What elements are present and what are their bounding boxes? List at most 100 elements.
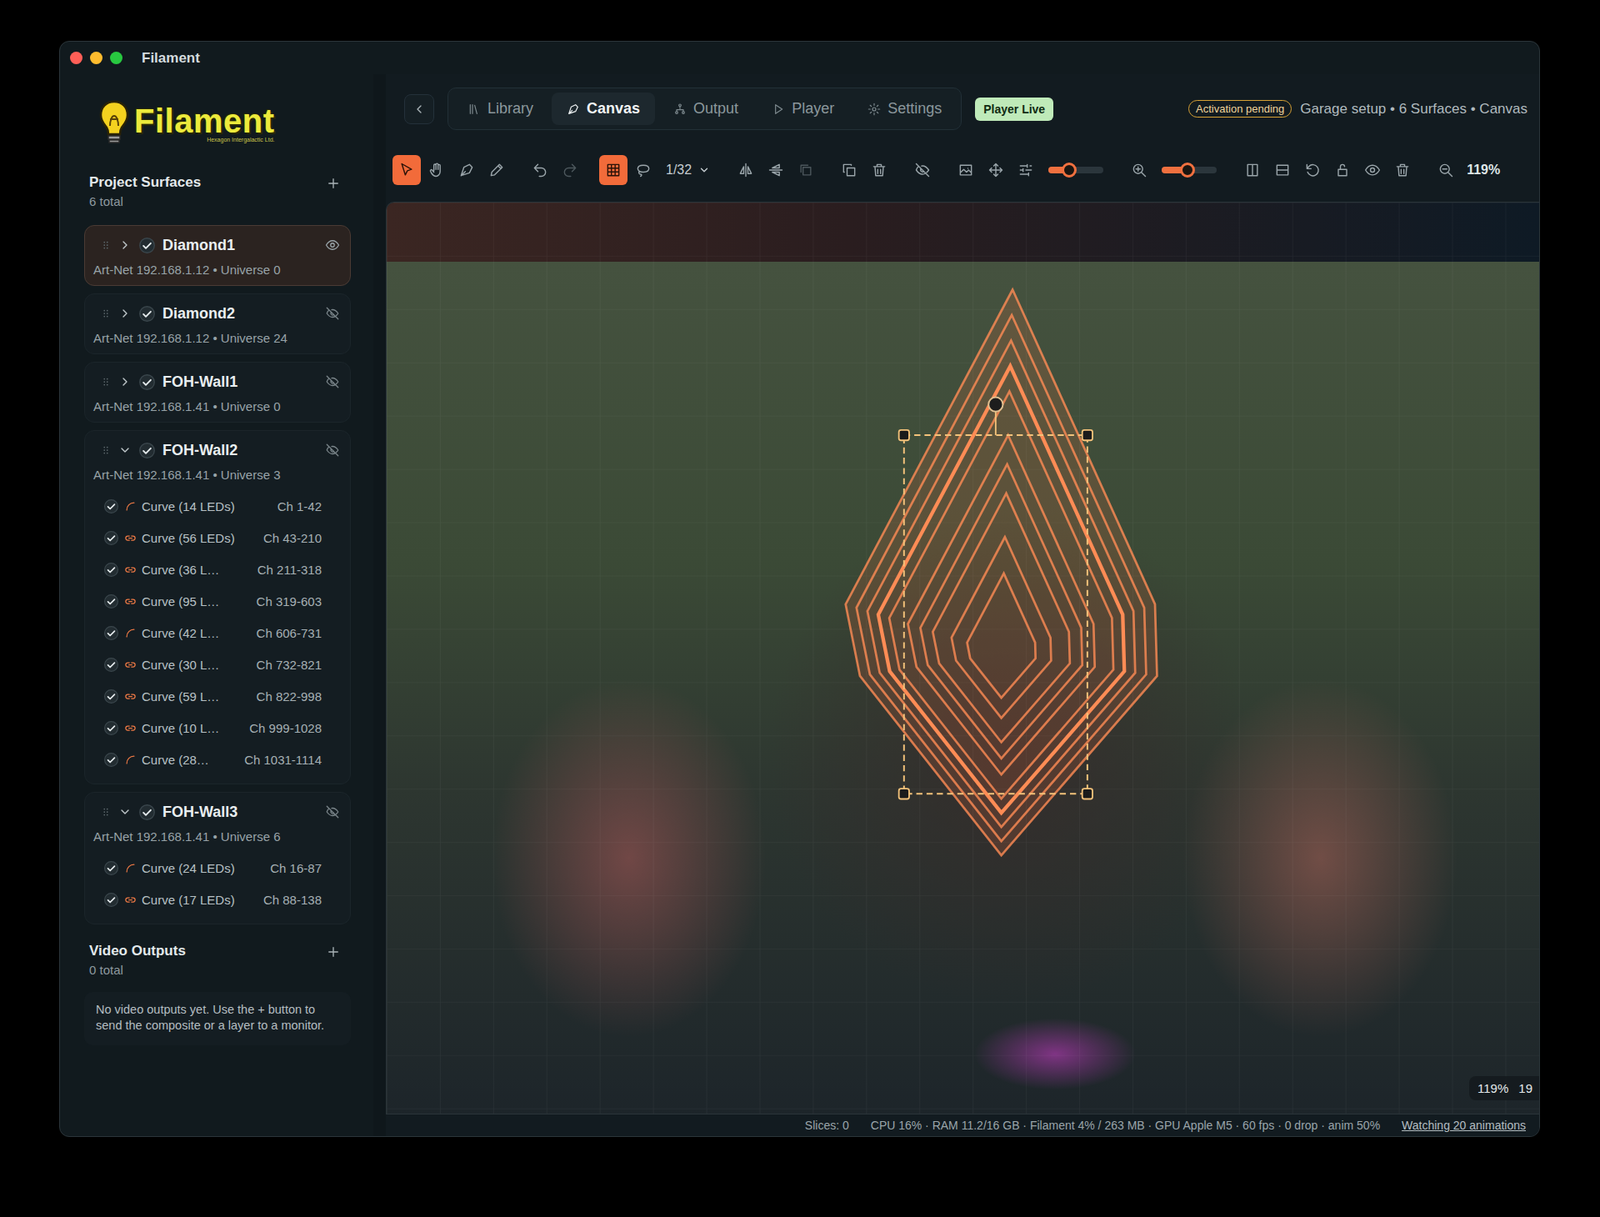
curve-row[interactable]: Curve (56 LEDs)Ch 43-210 bbox=[93, 521, 340, 554]
led-curve[interactable] bbox=[878, 365, 1125, 813]
surface-card[interactable]: FOH-Wall1Art-Net 192.168.1.41 • Universe… bbox=[84, 361, 351, 423]
eye-off-icon[interactable] bbox=[325, 804, 340, 820]
tool-button[interactable] bbox=[525, 155, 555, 185]
nav-tab[interactable]: Settings bbox=[852, 92, 957, 125]
led-curve[interactable] bbox=[907, 435, 1095, 775]
resize-handle[interactable] bbox=[1082, 788, 1093, 799]
tool-button[interactable] bbox=[731, 155, 760, 185]
tool-button[interactable] bbox=[599, 155, 628, 185]
check-icon[interactable] bbox=[103, 530, 120, 546]
slider-track[interactable] bbox=[1161, 166, 1217, 174]
eye-icon[interactable] bbox=[325, 237, 340, 253]
curve-row[interactable]: Curve (10 L…Ch 999-1028 bbox=[93, 711, 340, 744]
check-icon[interactable] bbox=[103, 860, 120, 876]
tool-button[interactable] bbox=[1125, 155, 1154, 185]
tool-button[interactable] bbox=[452, 155, 481, 185]
check-icon[interactable] bbox=[138, 373, 156, 391]
tool-button[interactable] bbox=[1298, 155, 1327, 185]
surface-card[interactable]: FOH-Wall3Art-Net 192.168.1.41 • Universe… bbox=[84, 791, 351, 925]
led-curve[interactable] bbox=[951, 536, 1051, 718]
check-icon[interactable] bbox=[138, 803, 156, 821]
nav-tab[interactable]: Canvas bbox=[551, 92, 655, 125]
tool-button[interactable] bbox=[1011, 155, 1040, 185]
page-selector[interactable]: 1/32 bbox=[659, 162, 717, 178]
chevron-right-icon[interactable] bbox=[118, 306, 132, 320]
check-icon[interactable] bbox=[103, 751, 120, 768]
tool-button[interactable] bbox=[1238, 155, 1267, 185]
tool-button[interactable] bbox=[1328, 155, 1357, 185]
check-icon[interactable] bbox=[103, 593, 120, 610]
nav-tab[interactable]: Player bbox=[756, 92, 850, 125]
tool-button[interactable] bbox=[629, 155, 658, 185]
curve-row[interactable]: Curve (42 L…Ch 606-731 bbox=[93, 616, 340, 649]
check-icon[interactable] bbox=[138, 441, 156, 460]
canvas[interactable]: 119%19 bbox=[385, 201, 1540, 1115]
curve-row[interactable]: Curve (17 LEDs)Ch 88-138 bbox=[93, 883, 340, 915]
check-icon[interactable] bbox=[103, 720, 120, 736]
curve-row[interactable]: Curve (95 L…Ch 319-603 bbox=[93, 585, 340, 617]
check-icon[interactable] bbox=[103, 498, 120, 515]
led-curve[interactable] bbox=[845, 289, 1158, 855]
led-curve[interactable] bbox=[920, 464, 1082, 759]
curve-row[interactable]: Curve (28…Ch 1031-1114 bbox=[93, 743, 340, 775]
curve-row[interactable]: Curve (24 LEDs)Ch 16-87 bbox=[93, 851, 340, 884]
rotate-handle[interactable] bbox=[988, 397, 1003, 412]
tool-button[interactable] bbox=[1431, 155, 1460, 185]
surface-card[interactable]: FOH-Wall2Art-Net 192.168.1.41 • Universe… bbox=[84, 430, 351, 785]
tool-button[interactable] bbox=[761, 155, 790, 185]
chevron-right-icon[interactable] bbox=[118, 375, 132, 389]
surface-card[interactable]: Diamond1Art-Net 192.168.1.12 • Universe … bbox=[84, 225, 351, 286]
chevron-down-icon[interactable] bbox=[118, 805, 132, 819]
check-icon[interactable] bbox=[103, 625, 120, 641]
outputs-add-button[interactable] bbox=[325, 944, 341, 960]
tool-button[interactable] bbox=[1268, 155, 1297, 185]
eye-off-icon[interactable] bbox=[325, 374, 340, 390]
check-icon[interactable] bbox=[103, 561, 120, 578]
curve-row[interactable]: Curve (36 L…Ch 211-318 bbox=[93, 553, 340, 585]
nav-tab[interactable]: Output bbox=[658, 92, 754, 125]
tool-button[interactable] bbox=[482, 155, 511, 185]
surface-card[interactable]: Diamond2Art-Net 192.168.1.12 • Universe … bbox=[84, 293, 351, 355]
nav-tab[interactable]: Library bbox=[452, 92, 549, 125]
curve-row[interactable]: Curve (59 L…Ch 822-998 bbox=[93, 680, 340, 712]
tool-button[interactable] bbox=[422, 155, 451, 185]
check-icon[interactable] bbox=[103, 891, 120, 908]
tool-button[interactable] bbox=[835, 155, 864, 185]
tool-button[interactable] bbox=[908, 155, 937, 185]
led-curve[interactable] bbox=[856, 315, 1147, 841]
surfaces-add-button[interactable] bbox=[325, 175, 341, 191]
close-button[interactable] bbox=[70, 51, 83, 65]
tool-button[interactable] bbox=[865, 155, 894, 185]
eye-off-icon[interactable] bbox=[325, 442, 340, 458]
watching-link[interactable]: Watching 20 animations bbox=[1401, 1118, 1526, 1132]
curve-row[interactable]: Curve (14 LEDs)Ch 1-42 bbox=[93, 490, 340, 522]
tool-button[interactable] bbox=[981, 155, 1010, 185]
led-curve[interactable] bbox=[889, 391, 1114, 800]
tool-button[interactable] bbox=[392, 155, 421, 185]
check-icon[interactable] bbox=[138, 236, 156, 255]
led-curve[interactable] bbox=[867, 340, 1135, 828]
selection-box[interactable] bbox=[904, 435, 1088, 794]
tool-button[interactable] bbox=[1358, 155, 1387, 185]
check-icon[interactable] bbox=[138, 305, 156, 323]
canvas-overlay[interactable] bbox=[386, 202, 1540, 1114]
chevron-right-icon[interactable] bbox=[118, 238, 132, 252]
slider-track[interactable] bbox=[1048, 166, 1104, 174]
tool-button[interactable] bbox=[1388, 155, 1417, 185]
back-button[interactable] bbox=[404, 94, 435, 125]
minimize-button[interactable] bbox=[90, 51, 103, 65]
led-curve[interactable] bbox=[932, 493, 1070, 743]
chevron-down-icon[interactable] bbox=[118, 443, 132, 457]
eye-off-icon[interactable] bbox=[325, 305, 340, 321]
check-icon[interactable] bbox=[103, 656, 120, 673]
slider-knob[interactable] bbox=[1180, 162, 1195, 178]
zoom-button[interactable] bbox=[110, 51, 123, 65]
check-icon[interactable] bbox=[103, 688, 120, 705]
curve-row[interactable]: Curve (30 L…Ch 732-821 bbox=[93, 648, 340, 680]
resize-handle[interactable] bbox=[1082, 430, 1093, 440]
resize-handle[interactable] bbox=[899, 788, 910, 799]
tool-button[interactable] bbox=[951, 155, 980, 185]
led-curve[interactable] bbox=[967, 573, 1036, 698]
resize-handle[interactable] bbox=[899, 430, 910, 440]
slider-knob[interactable] bbox=[1061, 162, 1077, 178]
